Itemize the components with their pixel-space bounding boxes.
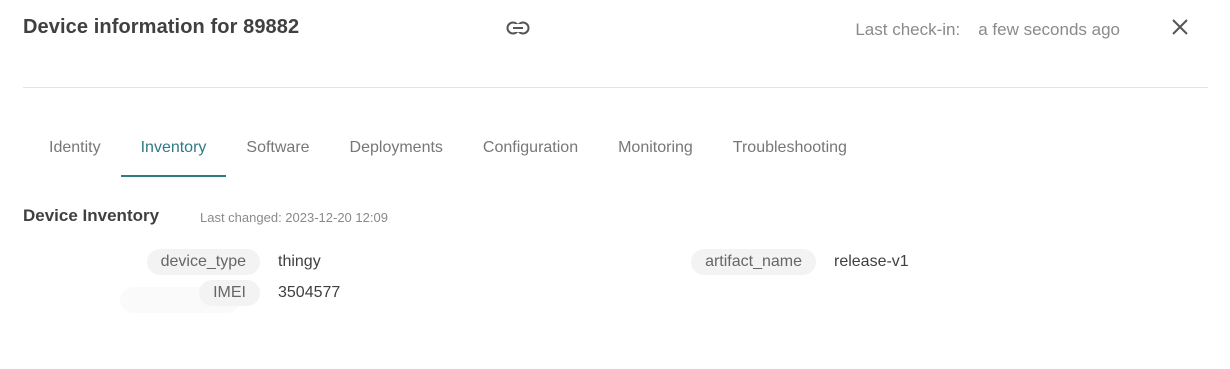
tab-monitoring[interactable]: Monitoring (598, 119, 713, 177)
attribute-key: IMEI (199, 280, 260, 306)
copy-link-button[interactable] (505, 18, 531, 42)
link-icon (506, 21, 530, 40)
tab-software[interactable]: Software (226, 119, 329, 177)
device-information-dialog: Device information for 89882 Last check-… (0, 0, 1230, 369)
attribute-key: device_type (146, 249, 260, 275)
last-checkin: Last check-in: a few seconds ago (820, 20, 1120, 40)
tab-inventory[interactable]: Inventory (120, 119, 227, 177)
attribute-value: thingy (278, 253, 321, 270)
last-checkin-label: Last check-in: (855, 20, 961, 39)
tab-identity[interactable]: Identity (29, 119, 121, 177)
tab-troubleshooting[interactable]: Troubleshooting (713, 119, 867, 177)
section-title: Device Inventory (23, 206, 160, 225)
tab-deployments[interactable]: Deployments (330, 119, 463, 177)
page-title: Device information for 89882 (23, 16, 300, 38)
attribute-key: artifact_name (691, 249, 816, 275)
attribute-value: 3504577 (278, 284, 341, 301)
attribute-row: IMEI 3504577 (0, 280, 340, 306)
close-icon (1171, 18, 1189, 41)
attribute-row: device_type thingy (0, 249, 321, 275)
last-changed-text: Last changed: 2023-12-20 12:09 (200, 210, 388, 225)
tab-bar: Identity Inventory Software Deployments … (29, 119, 867, 178)
tab-configuration[interactable]: Configuration (463, 119, 598, 177)
attribute-value: release-v1 (834, 253, 909, 270)
attribute-row: artifact_name release-v1 (556, 249, 909, 275)
close-button[interactable] (1168, 17, 1192, 41)
last-checkin-value: a few seconds ago (978, 20, 1120, 39)
header-divider (23, 87, 1208, 88)
